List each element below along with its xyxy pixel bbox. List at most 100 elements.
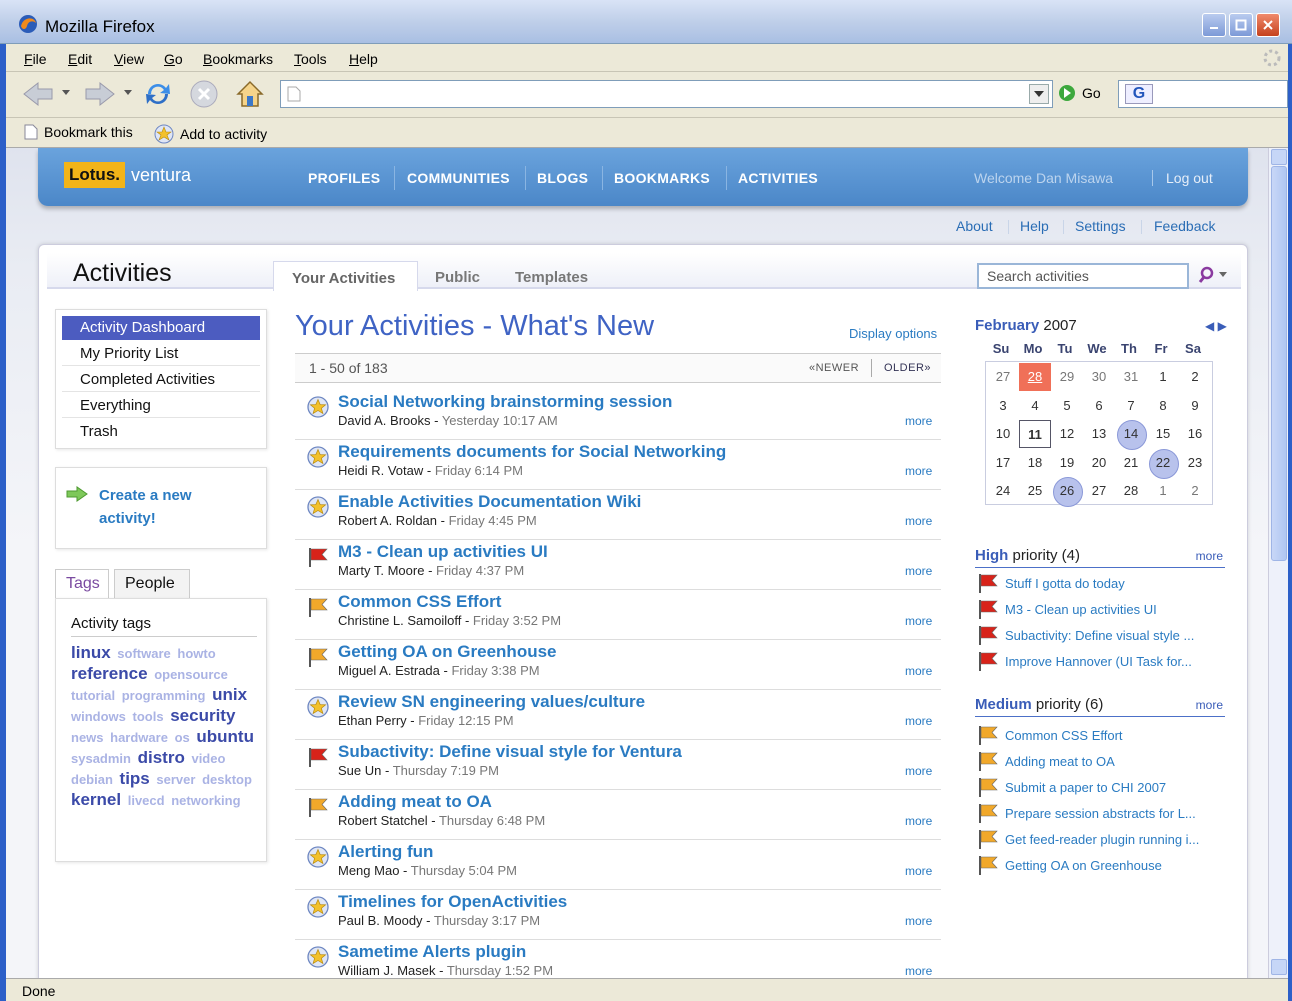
menu-help[interactable]: Help (349, 51, 378, 67)
bookmark-this-link[interactable]: Bookmark this (24, 124, 133, 140)
priority-item[interactable]: Adding meat to OA (977, 750, 1115, 772)
priority-item[interactable]: Get feed-reader plugin running i... (977, 828, 1199, 850)
activity-more-link[interactable]: more (905, 564, 932, 578)
calendar-day[interactable]: 7 (1115, 392, 1147, 420)
calendar-day[interactable]: 1 (1147, 477, 1179, 505)
calendar-day[interactable]: 27 (1083, 477, 1115, 505)
calendar-day[interactable]: 27 (987, 363, 1019, 391)
menu-view[interactable]: View (114, 51, 144, 67)
activity-title-link[interactable]: Timelines for OpenActivities (338, 892, 567, 912)
about-link[interactable]: About (956, 218, 993, 234)
calendar-day[interactable]: 16 (1179, 420, 1211, 448)
nav-completed-activities[interactable]: Completed Activities (62, 368, 260, 392)
menu-go[interactable]: Go (164, 51, 183, 67)
maximize-button[interactable] (1229, 13, 1253, 37)
scroll-up-icon[interactable] (1271, 149, 1287, 165)
calendar-day[interactable]: 9 (1179, 392, 1211, 420)
prev-month-icon[interactable]: ◀ (1205, 319, 1214, 333)
older-link[interactable]: OLDER» (884, 362, 931, 374)
calendar-day[interactable]: 11 (1019, 420, 1051, 449)
url-input[interactable] (280, 80, 1053, 108)
tag-link[interactable]: windows (71, 709, 126, 724)
activity-title-link[interactable]: Sametime Alerts plugin (338, 942, 526, 962)
tag-link[interactable]: news (71, 730, 104, 745)
nav-my-priority-list[interactable]: My Priority List (62, 342, 260, 366)
calendar-day[interactable]: 10 (987, 420, 1019, 448)
activity-more-link[interactable]: more (905, 464, 932, 478)
calendar-day[interactable]: 14 (1115, 420, 1147, 451)
tag-link[interactable]: opensource (154, 667, 228, 682)
calendar-day[interactable]: 3 (987, 392, 1019, 420)
tag-link[interactable]: reference (71, 664, 148, 683)
activity-more-link[interactable]: more (905, 914, 932, 928)
activity-title-link[interactable]: Getting OA on Greenhouse (338, 642, 557, 662)
scroll-thumb[interactable] (1271, 166, 1287, 561)
calendar-day[interactable]: 26 (1051, 477, 1083, 508)
back-dropdown-icon[interactable] (62, 90, 70, 96)
nav-bookmarks[interactable]: BOOKMARKS (614, 170, 710, 186)
activity-more-link[interactable]: more (905, 614, 932, 628)
calendar-day[interactable]: 21 (1115, 449, 1147, 477)
help-link[interactable]: Help (1020, 218, 1049, 234)
tag-link[interactable]: debian (71, 772, 113, 787)
priority-item[interactable]: Stuff I gotta do today (977, 572, 1125, 594)
high-priority-more-link[interactable]: more (1196, 549, 1223, 563)
calendar-day[interactable]: 4 (1019, 392, 1051, 420)
activity-author[interactable]: David A. Brooks (338, 413, 431, 428)
tag-link[interactable]: howto (177, 646, 215, 661)
calendar-day[interactable]: 28 (1115, 477, 1147, 505)
tag-link[interactable]: server (156, 772, 195, 787)
calendar-day[interactable]: 18 (1019, 449, 1051, 477)
tag-link[interactable]: tips (120, 769, 150, 788)
tab-people[interactable]: People (114, 569, 190, 599)
priority-item[interactable]: Getting OA on Greenhouse (977, 854, 1162, 876)
stop-icon[interactable] (188, 78, 220, 110)
search-button[interactable] (1197, 266, 1227, 284)
nav-profiles[interactable]: PROFILES (308, 170, 380, 186)
tag-link[interactable]: distro (138, 748, 185, 767)
calendar-day[interactable]: 31 (1115, 363, 1147, 391)
calendar-day[interactable]: 12 (1051, 420, 1083, 448)
calendar-day[interactable]: 19 (1051, 449, 1083, 477)
tag-link[interactable]: programming (122, 688, 206, 703)
activity-author[interactable]: Heidi R. Votaw (338, 463, 423, 478)
newer-link[interactable]: «NEWER (809, 362, 859, 374)
menu-file[interactable]: File (24, 51, 47, 67)
activity-title-link[interactable]: M3 - Clean up activities UI (338, 542, 548, 562)
activity-title-link[interactable]: Enable Activities Documentation Wiki (338, 492, 641, 512)
google-icon[interactable]: G (1125, 84, 1153, 104)
menu-tools[interactable]: Tools (294, 51, 327, 67)
calendar-day[interactable]: 20 (1083, 449, 1115, 477)
activity-author[interactable]: Sue Un (338, 763, 381, 778)
activity-more-link[interactable]: more (905, 814, 932, 828)
scroll-down-icon[interactable] (1271, 959, 1287, 975)
nav-trash[interactable]: Trash (62, 420, 260, 444)
forward-icon[interactable] (82, 80, 116, 108)
activity-more-link[interactable]: more (905, 714, 932, 728)
tag-link[interactable]: unix (212, 685, 247, 704)
calendar-day[interactable]: 8 (1147, 392, 1179, 420)
tag-link[interactable]: sysadmin (71, 751, 131, 766)
vertical-scrollbar[interactable] (1268, 148, 1288, 978)
minimize-button[interactable] (1202, 13, 1226, 37)
activity-more-link[interactable]: more (905, 764, 932, 778)
tag-link[interactable]: livecd (128, 793, 165, 808)
nav-blogs[interactable]: BLOGS (537, 170, 588, 186)
activity-more-link[interactable]: more (905, 864, 932, 878)
google-search-input[interactable]: G (1118, 80, 1288, 108)
tag-link[interactable]: linux (71, 643, 111, 662)
tag-link[interactable]: os (175, 730, 190, 745)
tab-tags[interactable]: Tags (55, 569, 109, 599)
display-options-link[interactable]: Display options (849, 326, 937, 341)
calendar-day[interactable]: 17 (987, 449, 1019, 477)
tab-public[interactable]: Public (435, 269, 480, 286)
nav-communities[interactable]: COMMUNITIES (407, 170, 510, 186)
create-activity-link[interactable]: Create a new activity! (99, 484, 249, 530)
settings-link[interactable]: Settings (1075, 218, 1126, 234)
calendar-day[interactable]: 1 (1147, 363, 1179, 391)
calendar-day[interactable]: 2 (1179, 477, 1211, 505)
activity-author[interactable]: Marty T. Moore (338, 563, 424, 578)
tag-link[interactable]: tools (133, 709, 164, 724)
calendar-day[interactable]: 28 (1019, 363, 1051, 391)
activity-more-link[interactable]: more (905, 414, 932, 428)
